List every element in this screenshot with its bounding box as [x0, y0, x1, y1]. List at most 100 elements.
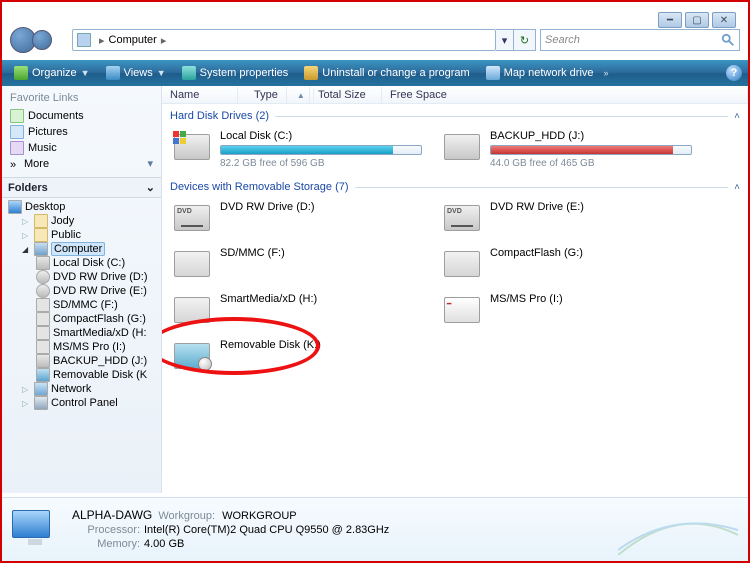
help-button[interactable]: ?	[726, 65, 742, 81]
cf-card-icon	[442, 247, 482, 281]
dvd-drive-icon: DVD	[172, 201, 212, 235]
control-panel-icon	[34, 396, 48, 410]
pictures-icon	[10, 125, 24, 139]
folder-icon	[34, 228, 48, 242]
drive-msms-pro-i[interactable]: ━MS/MS Pro (I:)	[432, 287, 702, 333]
group-hard-disks[interactable]: Hard Disk Drives (2)˄	[162, 104, 748, 124]
favorite-documents[interactable]: Documents	[10, 108, 153, 124]
network-icon	[34, 382, 48, 396]
expand-icon[interactable]: ▷	[22, 231, 31, 240]
expand-icon[interactable]: ▷	[22, 399, 31, 408]
column-headers: Name Type▲ Total Size Free Space	[162, 86, 748, 104]
drive-smartmedia-h[interactable]: SmartMedia/xD (H:)	[162, 287, 432, 333]
tree-drive[interactable]: Local Disk (C:)	[6, 256, 159, 270]
search-icon	[721, 33, 735, 47]
map-drive-button[interactable]: Map network drive	[480, 64, 600, 82]
col-freespace[interactable]: Free Space	[382, 87, 748, 103]
search-input[interactable]: Search	[540, 29, 740, 51]
tree-drive[interactable]: BACKUP_HDD (J:)	[6, 354, 159, 368]
col-name[interactable]: Name	[162, 87, 238, 103]
tree-drive[interactable]: SmartMedia/xD (H:	[6, 326, 159, 340]
drive-dvd-e[interactable]: DVDDVD RW Drive (E:)	[432, 195, 702, 241]
chevron-up-icon: ˄	[734, 111, 740, 122]
breadcrumb-computer[interactable]: Computer	[109, 34, 157, 46]
music-icon	[10, 141, 24, 155]
chevron-right-icon[interactable]: ▸	[95, 34, 109, 47]
refresh-button[interactable]: ↻	[514, 29, 536, 51]
usage-bar	[220, 145, 422, 155]
chevron-up-icon: ˄	[734, 182, 740, 193]
collapse-icon[interactable]: ◢	[22, 245, 31, 254]
tree-drive[interactable]: CompactFlash (G:)	[6, 312, 159, 326]
tree-public[interactable]: ▷Public	[6, 228, 159, 242]
drive-sdmmc-f[interactable]: SD/MMC (F:)	[162, 241, 432, 287]
favorite-music[interactable]: Music	[10, 140, 153, 156]
expand-icon[interactable]: ▷	[22, 217, 31, 226]
more-icon: »	[10, 159, 20, 169]
content-pane: Name Type▲ Total Size Free Space Hard Di…	[162, 86, 748, 493]
documents-icon	[10, 109, 24, 123]
breadcrumb-bar[interactable]: ▸ Computer ▸	[72, 29, 496, 51]
tree-drive[interactable]: MS/MS Pro (I:)	[6, 340, 159, 354]
chevron-down-icon: ▼	[157, 68, 166, 78]
drive-local-disk-c[interactable]: Local Disk (C:)82.2 GB free of 596 GB	[162, 124, 432, 175]
card-icon	[36, 326, 50, 340]
tree-drive[interactable]: Removable Disk (K	[6, 368, 159, 382]
tree-network[interactable]: ▷Network	[6, 382, 159, 396]
tree-user-jody[interactable]: ▷Jody	[6, 214, 159, 228]
views-button[interactable]: Views▼	[100, 64, 172, 82]
dvd-icon	[36, 284, 50, 298]
navigation-pane: Favorite Links Documents Pictures Music …	[2, 86, 162, 493]
dvd-drive-icon: DVD	[442, 201, 482, 235]
tree-computer[interactable]: ◢Computer	[6, 242, 159, 256]
computer-icon	[77, 33, 91, 47]
expand-icon[interactable]: ▷	[22, 385, 31, 394]
drive-backup-hdd-j[interactable]: BACKUP_HDD (J:)44.0 GB free of 465 GB	[432, 124, 702, 175]
tree-control-panel[interactable]: ▷Control Panel	[6, 396, 159, 410]
user-folder-icon	[34, 214, 48, 228]
ms-card-icon: ━	[442, 293, 482, 327]
organize-icon	[14, 66, 28, 80]
tree-drive[interactable]: SD/MMC (F:)	[6, 298, 159, 312]
xd-card-icon	[172, 293, 212, 327]
group-removable[interactable]: Devices with Removable Storage (7)˄	[162, 175, 748, 195]
organize-button[interactable]: Organize▼	[8, 64, 96, 82]
drive-dvd-d[interactable]: DVDDVD RW Drive (D:)	[162, 195, 432, 241]
chevron-down-icon: ⌄	[146, 181, 155, 194]
address-dropdown[interactable]: ▾	[496, 29, 514, 51]
tree-drive[interactable]: DVD RW Drive (E:)	[6, 284, 159, 298]
uninstall-button[interactable]: Uninstall or change a program	[298, 64, 475, 82]
hdd-icon	[36, 354, 50, 368]
chevron-right-icon[interactable]: ▸	[157, 34, 171, 47]
sd-card-icon	[172, 247, 212, 281]
removable-disk-icon	[172, 339, 212, 373]
col-totalsize[interactable]: Total Size	[310, 87, 382, 103]
favorites-header: Favorite Links	[2, 86, 161, 106]
computer-info: ALPHA-DAWG Workgroup: WORKGROUP Processo…	[72, 508, 389, 551]
tree-drive[interactable]: DVD RW Drive (D:)	[6, 270, 159, 284]
hdd-icon	[172, 130, 212, 164]
folder-tree: Desktop ▷Jody ▷Public ◢Computer Local Di…	[2, 198, 161, 416]
drive-compactflash-g[interactable]: CompactFlash (G:)	[432, 241, 702, 287]
chevron-down-icon: ▼	[81, 68, 90, 78]
card-icon	[36, 312, 50, 326]
tree-desktop[interactable]: Desktop	[6, 200, 159, 214]
hdd-row: Local Disk (C:)82.2 GB free of 596 GB BA…	[162, 124, 748, 175]
favorite-pictures[interactable]: Pictures	[10, 124, 153, 140]
overflow-chevron-icon[interactable]: »	[604, 68, 609, 78]
properties-icon	[182, 66, 196, 80]
forward-button[interactable]	[32, 30, 52, 50]
system-properties-button[interactable]: System properties	[176, 64, 295, 82]
drive-removable-disk-k[interactable]: Removable Disk (K:)	[162, 333, 432, 379]
hdd-icon	[36, 256, 50, 270]
folders-header[interactable]: Folders⌄	[2, 177, 161, 198]
details-pane: ALPHA-DAWG Workgroup: WORKGROUP Processo…	[2, 497, 748, 561]
usage-bar	[490, 145, 692, 155]
aurora-decoration	[618, 505, 738, 555]
card-icon	[36, 340, 50, 354]
favorite-more[interactable]: »More▾	[10, 156, 153, 171]
col-type[interactable]: Type▲	[238, 87, 310, 103]
command-toolbar: Organize▼ Views▼ System properties Unins…	[2, 60, 748, 86]
network-drive-icon	[486, 66, 500, 80]
removable-icon	[36, 368, 50, 382]
